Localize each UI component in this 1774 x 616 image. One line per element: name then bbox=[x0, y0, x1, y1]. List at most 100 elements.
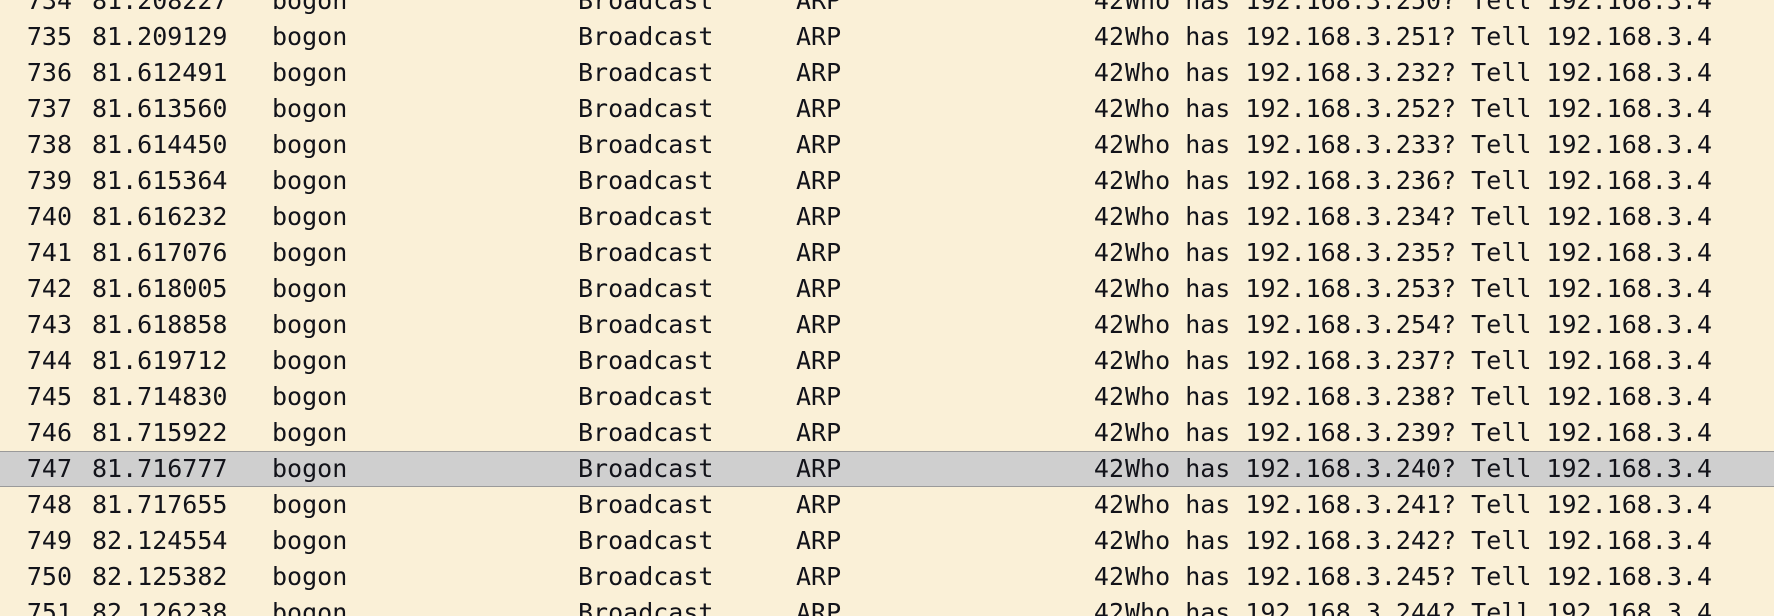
packet-source: bogon bbox=[272, 238, 348, 267]
packet-number: 734 bbox=[26, 0, 72, 15]
packet-length: 42 bbox=[1093, 418, 1124, 447]
packet-source: bogon bbox=[272, 166, 348, 195]
packet-destination: Broadcast bbox=[578, 310, 714, 339]
packet-length: 42 bbox=[1093, 454, 1124, 483]
packet-protocol: ARP bbox=[796, 454, 842, 483]
packet-protocol: ARP bbox=[796, 166, 842, 195]
packet-info: Who has 192.168.3.233? Tell 192.168.3.4 bbox=[1125, 130, 1712, 159]
packet-source: bogon bbox=[272, 598, 348, 616]
table-row[interactable]: 734 81.208227 bogon Broadcast ARP 42 Who has 1… bbox=[0, 0, 1774, 19]
packet-number: 744 bbox=[26, 346, 72, 375]
packet-time: 81.618005 bbox=[92, 274, 228, 303]
table-row[interactable]: 743 81.618858 bogon Broadcast ARP 42 Who has 1… bbox=[0, 307, 1774, 343]
packet-time: 81.613560 bbox=[92, 94, 228, 123]
packet-destination: Broadcast bbox=[578, 58, 714, 87]
packet-number: 736 bbox=[26, 58, 72, 87]
packet-protocol: ARP bbox=[796, 238, 842, 267]
packet-protocol: ARP bbox=[796, 310, 842, 339]
packet-time: 81.717655 bbox=[92, 490, 228, 519]
packet-info: Who has 192.168.3.236? Tell 192.168.3.4 bbox=[1125, 166, 1712, 195]
packet-protocol: ARP bbox=[796, 490, 842, 519]
packet-rows: 734 81.208227 bogon Broadcast ARP 42 Who has 1… bbox=[0, 0, 1774, 616]
packet-time: 81.617076 bbox=[92, 238, 228, 267]
table-row[interactable]: 751 82.126238 bogon Broadcast ARP 42 Who has 1… bbox=[0, 595, 1774, 616]
packet-protocol: ARP bbox=[796, 418, 842, 447]
packet-info: Who has 192.168.3.245? Tell 192.168.3.4 bbox=[1125, 562, 1712, 591]
table-row[interactable]: 741 81.617076 bogon Broadcast ARP 42 Who has 1… bbox=[0, 235, 1774, 271]
packet-time: 81.612491 bbox=[92, 58, 228, 87]
packet-info: Who has 192.168.3.235? Tell 192.168.3.4 bbox=[1125, 238, 1712, 267]
packet-protocol: ARP bbox=[796, 382, 842, 411]
packet-info: Who has 192.168.3.241? Tell 192.168.3.4 bbox=[1125, 490, 1712, 519]
packet-destination: Broadcast bbox=[578, 22, 714, 51]
table-row[interactable]: 745 81.714830 bogon Broadcast ARP 42 Who has 1… bbox=[0, 379, 1774, 415]
packet-info: Who has 192.168.3.254? Tell 192.168.3.4 bbox=[1125, 310, 1712, 339]
packet-time: 82.126238 bbox=[92, 598, 228, 616]
packet-time: 81.619712 bbox=[92, 346, 228, 375]
packet-length: 42 bbox=[1093, 130, 1124, 159]
packet-length: 42 bbox=[1093, 0, 1124, 15]
packet-source: bogon bbox=[272, 274, 348, 303]
packet-number: 747 bbox=[26, 454, 72, 483]
packet-length: 42 bbox=[1093, 526, 1124, 555]
packet-info: Who has 192.168.3.251? Tell 192.168.3.4 bbox=[1125, 22, 1712, 51]
packet-source: bogon bbox=[272, 346, 348, 375]
packet-source: bogon bbox=[272, 58, 348, 87]
packet-time: 81.615364 bbox=[92, 166, 228, 195]
packet-destination: Broadcast bbox=[578, 274, 714, 303]
table-row[interactable]: 740 81.616232 bogon Broadcast ARP 42 Who has 1… bbox=[0, 199, 1774, 235]
packet-length: 42 bbox=[1093, 274, 1124, 303]
table-row[interactable]: 749 82.124554 bogon Broadcast ARP 42 Who has 1… bbox=[0, 523, 1774, 559]
table-row[interactable]: 746 81.715922 bogon Broadcast ARP 42 Who has 1… bbox=[0, 415, 1774, 451]
packet-length: 42 bbox=[1093, 22, 1124, 51]
packet-source: bogon bbox=[272, 382, 348, 411]
packet-destination: Broadcast bbox=[578, 346, 714, 375]
packet-source: bogon bbox=[272, 526, 348, 555]
packet-source: bogon bbox=[272, 22, 348, 51]
packet-time: 81.614450 bbox=[92, 130, 228, 159]
packet-destination: Broadcast bbox=[578, 238, 714, 267]
packet-list[interactable]: 734 81.208227 bogon Broadcast ARP 42 Who has 1… bbox=[0, 0, 1774, 616]
packet-length: 42 bbox=[1093, 58, 1124, 87]
table-row[interactable]: 742 81.618005 bogon Broadcast ARP 42 Who has 1… bbox=[0, 271, 1774, 307]
packet-source: bogon bbox=[272, 490, 348, 519]
packet-protocol: ARP bbox=[796, 22, 842, 51]
packet-protocol: ARP bbox=[796, 562, 842, 591]
packet-destination: Broadcast bbox=[578, 94, 714, 123]
packet-time: 81.716777 bbox=[92, 454, 228, 483]
packet-time: 81.209129 bbox=[92, 22, 228, 51]
packet-number: 741 bbox=[26, 238, 72, 267]
table-row-selected[interactable]: 747 81.716777 bogon Broadcast ARP 42 Who has 1… bbox=[0, 451, 1774, 487]
table-row[interactable]: 738 81.614450 bogon Broadcast ARP 42 Who has 1… bbox=[0, 127, 1774, 163]
table-row[interactable]: 739 81.615364 bogon Broadcast ARP 42 Who has 1… bbox=[0, 163, 1774, 199]
packet-destination: Broadcast bbox=[578, 166, 714, 195]
table-row[interactable]: 737 81.613560 bogon Broadcast ARP 42 Who has 1… bbox=[0, 91, 1774, 127]
table-row[interactable]: 736 81.612491 bogon Broadcast ARP 42 Who has 1… bbox=[0, 55, 1774, 91]
packet-source: bogon bbox=[272, 94, 348, 123]
packet-info: Who has 192.168.3.250? Tell 192.168.3.4 bbox=[1125, 0, 1712, 15]
packet-number: 749 bbox=[26, 526, 72, 555]
packet-length: 42 bbox=[1093, 382, 1124, 411]
packet-info: Who has 192.168.3.244? Tell 192.168.3.4 bbox=[1125, 598, 1712, 616]
packet-protocol: ARP bbox=[796, 130, 842, 159]
packet-protocol: ARP bbox=[796, 94, 842, 123]
table-row[interactable]: 744 81.619712 bogon Broadcast ARP 42 Who has 1… bbox=[0, 343, 1774, 379]
packet-source: bogon bbox=[272, 454, 348, 483]
packet-number: 742 bbox=[26, 274, 72, 303]
packet-destination: Broadcast bbox=[578, 454, 714, 483]
packet-protocol: ARP bbox=[796, 0, 842, 15]
packet-source: bogon bbox=[272, 418, 348, 447]
packet-info: Who has 192.168.3.239? Tell 192.168.3.4 bbox=[1125, 418, 1712, 447]
table-row[interactable]: 735 81.209129 bogon Broadcast ARP 42 Who has 1… bbox=[0, 19, 1774, 55]
packet-time: 81.616232 bbox=[92, 202, 228, 231]
packet-time: 82.124554 bbox=[92, 526, 228, 555]
table-row[interactable]: 750 82.125382 bogon Broadcast ARP 42 Who has 1… bbox=[0, 559, 1774, 595]
packet-time: 81.208227 bbox=[92, 0, 228, 15]
packet-number: 739 bbox=[26, 166, 72, 195]
packet-info: Who has 192.168.3.253? Tell 192.168.3.4 bbox=[1125, 274, 1712, 303]
packet-length: 42 bbox=[1093, 346, 1124, 375]
packet-protocol: ARP bbox=[796, 526, 842, 555]
packet-length: 42 bbox=[1093, 598, 1124, 616]
table-row[interactable]: 748 81.717655 bogon Broadcast ARP 42 Who has 1… bbox=[0, 487, 1774, 523]
packet-protocol: ARP bbox=[796, 202, 842, 231]
